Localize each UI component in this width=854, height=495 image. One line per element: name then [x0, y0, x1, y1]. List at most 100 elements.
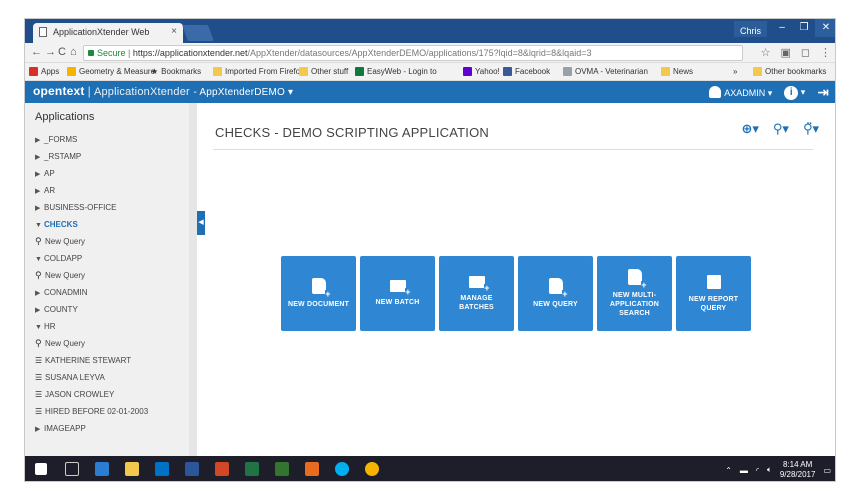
- wifi-icon[interactable]: ◜: [756, 466, 759, 475]
- lock-icon: [88, 50, 94, 56]
- url-host: https://applicationxtender.net: [132, 48, 248, 58]
- saved-query-susana-leyva[interactable]: ☰ SUSANA LEYVA: [35, 369, 195, 386]
- list-icon: ☰: [35, 373, 43, 382]
- project-icon[interactable]: [275, 462, 289, 476]
- reload-icon[interactable]: C: [58, 46, 66, 58]
- system-tray: ⌃ ▬ ◜ 🔈︎ 8:14 AM 9/28/2017 ▭: [725, 460, 831, 480]
- sidebar-item-business-office[interactable]: ▶ BUSINESS-OFFICE: [35, 199, 195, 216]
- folder-icon: [661, 67, 670, 76]
- office-icon[interactable]: [305, 462, 319, 476]
- page-icon: [39, 27, 47, 37]
- bookmark-star-icon[interactable]: ☆: [761, 46, 771, 59]
- page-title: CHECKS - DEMO SCRIPTING APPLICATION: [215, 125, 490, 140]
- extension-icon[interactable]: ▣: [780, 46, 790, 59]
- multi-app-search-icon: [627, 269, 647, 290]
- saved-query-jason-crowley[interactable]: ☰ JASON CROWLEY: [35, 386, 195, 403]
- close-tab-icon[interactable]: ×: [171, 26, 177, 37]
- new-multi-application-search-tile[interactable]: NEW MULTI- APPLICATION SEARCH: [597, 256, 672, 331]
- sidebar-item-checks-new-query[interactable]: ⚲ New Query: [35, 233, 195, 250]
- profile-user[interactable]: Chris: [733, 21, 767, 37]
- url-input[interactable]: Secure | https://applicationxtender.net/…: [83, 45, 743, 61]
- file-explorer-icon[interactable]: [125, 462, 139, 476]
- new-query-tile[interactable]: NEW QUERY: [518, 256, 593, 331]
- bookmark-facebook[interactable]: Facebook: [503, 67, 550, 76]
- list-icon: ☰: [35, 356, 43, 365]
- search-menu-icon[interactable]: ⚲▾: [773, 121, 789, 137]
- caret-right-icon: ▶: [35, 171, 41, 178]
- browser-tab[interactable]: ApplicationXtender Web ×: [33, 23, 183, 43]
- sidebar-item-coldapp-new-query[interactable]: ⚲ New Query: [35, 267, 195, 284]
- clock[interactable]: 8:14 AM 9/28/2017: [780, 460, 816, 480]
- manage-batches-tile[interactable]: MANAGE BATCHES: [439, 256, 514, 331]
- toolbar: ⊕▾ ⚲▾ ⚲̈▾: [741, 121, 819, 137]
- task-view-icon[interactable]: [65, 462, 79, 476]
- user-menu[interactable]: AXADMIN ▾: [709, 86, 772, 99]
- bookmark-geometry[interactable]: Geometry & Measure: [67, 67, 155, 76]
- bookmark-bookmarks[interactable]: ★ Bookmarks: [151, 67, 201, 76]
- forward-icon[interactable]: →: [45, 46, 56, 58]
- chrome-icon[interactable]: [365, 462, 379, 476]
- cast-icon[interactable]: ◻: [801, 46, 810, 59]
- bookmarks-overflow[interactable]: »: [733, 67, 737, 76]
- sidebar-item-coldapp[interactable]: ▼ COLDAPP: [35, 250, 195, 267]
- bookmark-other[interactable]: Other bookmarks: [753, 67, 826, 76]
- battery-icon[interactable]: ▬: [740, 466, 748, 475]
- help-menu[interactable]: i ▾: [784, 85, 805, 100]
- bookmark-news[interactable]: News: [661, 67, 693, 76]
- sidebar-item-hr-new-query[interactable]: ⚲ New Query: [35, 335, 195, 352]
- minimize-icon[interactable]: –: [771, 19, 793, 37]
- notifications-icon[interactable]: ▭: [823, 466, 831, 475]
- saved-query-katherine-stewart[interactable]: ☰ KATHERINE STEWART: [35, 352, 195, 369]
- skype-icon[interactable]: [335, 462, 349, 476]
- application-tree: ▶ _FORMS ▶ _RSTAMP ▶ AP ▶ AR ▶ BUSINESS-OFFIC…: [35, 131, 195, 437]
- powerpoint-icon[interactable]: [215, 462, 229, 476]
- bookmark-apps[interactable]: Apps: [29, 67, 59, 76]
- bookmark-easyweb[interactable]: EasyWeb - Login to: [355, 67, 437, 76]
- sidebar-item-rstamp[interactable]: ▶ _RSTAMP: [35, 148, 195, 165]
- new-document-tile[interactable]: NEW DOCUMENT: [281, 256, 356, 331]
- user-icon: [709, 86, 722, 98]
- volume-icon[interactable]: 🔈︎: [767, 465, 772, 475]
- windows-start-icon[interactable]: [35, 463, 47, 475]
- sidebar-item-hr[interactable]: ▼ HR: [35, 318, 195, 335]
- tile-label-line1: NEW REPORT: [688, 295, 739, 303]
- bookmark-ovma[interactable]: OVMA - Veterinarian: [563, 67, 648, 76]
- sidebar-scrollbar[interactable]: [189, 103, 197, 456]
- new-report-query-tile[interactable]: NEW REPORT QUERY: [676, 256, 751, 331]
- bookmark-other-stuff[interactable]: Other stuff: [299, 67, 348, 76]
- back-icon[interactable]: ←: [31, 46, 42, 58]
- caret-down-icon: ▼: [35, 256, 42, 263]
- new-batch-tile[interactable]: NEW BATCH: [360, 256, 435, 331]
- tray-chevron-icon[interactable]: ⌃: [725, 466, 732, 475]
- address-bar: ← → C ⌂ Secure | https://applicationxten…: [25, 43, 835, 63]
- collapse-sidebar-icon[interactable]: ◀: [197, 211, 205, 235]
- menu-icon[interactable]: ⋮: [820, 46, 831, 59]
- datasource-dropdown[interactable]: - AppXtenderDEMO ▾: [193, 87, 293, 98]
- close-window-icon[interactable]: ✕: [815, 19, 835, 37]
- sidebar-item-imageapp[interactable]: ▶ IMAGEAPP: [35, 420, 195, 437]
- list-icon: ☰: [35, 407, 43, 416]
- logout-icon[interactable]: ⇥: [817, 84, 829, 101]
- saved-query-hired-before[interactable]: ☰ HIRED BEFORE 02-01-2003: [35, 403, 195, 420]
- yahoo-icon: [463, 67, 472, 76]
- action-tiles: NEW DOCUMENT NEW BATCH MANAGE BATCHES NE…: [281, 256, 751, 331]
- advanced-search-icon[interactable]: ⚲̈▾: [803, 121, 819, 137]
- restore-icon[interactable]: ❐: [793, 19, 815, 37]
- sidebar-item-ap[interactable]: ▶ AP: [35, 165, 195, 182]
- sidebar-item-ar[interactable]: ▶ AR: [35, 182, 195, 199]
- bookmark-yahoo[interactable]: Yahoo!: [463, 67, 500, 76]
- home-icon[interactable]: ⌂: [70, 46, 77, 58]
- sidebar-item-checks[interactable]: ▼ CHECKS: [35, 216, 195, 233]
- edge-icon[interactable]: [95, 462, 109, 476]
- add-menu-icon[interactable]: ⊕▾: [741, 121, 758, 137]
- new-document-icon: [311, 278, 331, 299]
- sidebar-item-county[interactable]: ▶ COUNTY: [35, 301, 195, 318]
- caret-right-icon: ▶: [35, 154, 41, 161]
- outlook-icon[interactable]: [155, 462, 169, 476]
- word-icon[interactable]: [185, 462, 199, 476]
- sidebar-item-forms[interactable]: ▶ _FORMS: [35, 131, 195, 148]
- sidebar-item-conadmin[interactable]: ▶ CONADMIN: [35, 284, 195, 301]
- new-tab-button[interactable]: [182, 25, 214, 41]
- excel-icon[interactable]: [245, 462, 259, 476]
- bookmark-imported[interactable]: Imported From Firefo: [213, 67, 300, 76]
